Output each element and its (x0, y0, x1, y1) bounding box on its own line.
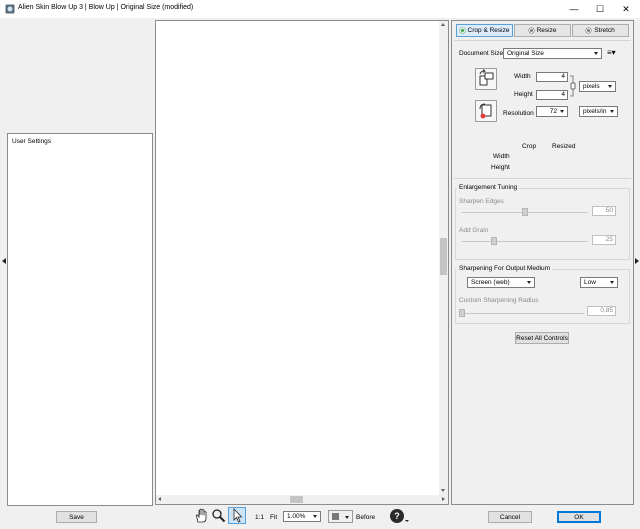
resolution-select[interactable]: 72 (536, 106, 568, 117)
hand-tool-icon[interactable] (194, 508, 209, 523)
enlargement-tuning-title: Enlargement Tuning (457, 184, 520, 191)
scroll-up-arrow-icon[interactable] (441, 23, 445, 26)
before-toggle[interactable]: Before (356, 514, 375, 521)
unit-value: pixels (583, 83, 600, 90)
zoom-select[interactable]: 1.00% (283, 511, 321, 522)
chevron-down-icon (313, 515, 317, 518)
output-medium-select[interactable]: Screen (web) (467, 277, 535, 288)
link-aspect-icon[interactable] (569, 72, 577, 100)
tab-label: Stretch (594, 27, 615, 34)
sharpening-output-title: Sharpening For Output Medium (457, 265, 553, 272)
chevron-down-icon (560, 110, 564, 113)
width-input[interactable]: 4 (536, 72, 568, 82)
rotate-icon (479, 69, 494, 86)
collapse-left-arrow-icon[interactable] (2, 258, 6, 264)
tab-label: Crop & Resize (467, 27, 510, 34)
crop-reset-icon (479, 103, 492, 119)
resolution-label: Resolution (503, 110, 534, 117)
sharpening-amount-select[interactable]: Low (580, 277, 618, 288)
resolution-unit-select[interactable]: pixels/in (579, 106, 618, 117)
add-grain-track[interactable] (462, 241, 588, 242)
window-title: Alien Skin Blow Up 3 | Blow Up | Origina… (18, 4, 194, 11)
sharpening-amount-value: Low (584, 279, 596, 286)
chevron-down-icon (608, 85, 612, 88)
arrow-cursor-icon (233, 507, 243, 523)
vertical-scroll-thumb[interactable] (440, 238, 447, 275)
collapse-right-arrow-icon[interactable] (635, 258, 639, 264)
tab-crop-resize[interactable]: Crop & Resize (456, 24, 513, 37)
document-size-label: Document Size (459, 50, 504, 57)
before-view-dropdown[interactable] (328, 510, 353, 523)
height-input[interactable]: 4 (536, 90, 568, 100)
output-medium-value: Screen (web) (471, 279, 510, 286)
dot-icon (586, 28, 592, 33)
app-icon (5, 4, 15, 14)
chevron-down-icon (527, 281, 531, 284)
help-icon[interactable]: ? (390, 509, 404, 523)
info-height-label: Height (491, 164, 510, 171)
selection-tool-button[interactable] (228, 507, 246, 524)
split-view-icon (332, 513, 339, 520)
user-settings-label: User Settings (12, 138, 52, 145)
green-dot-icon (459, 28, 465, 33)
sharpen-edges-slider-thumb[interactable] (522, 208, 528, 216)
section-divider (454, 178, 631, 179)
tab-stretch[interactable]: Stretch (572, 24, 629, 37)
zoom-value: 1.00% (287, 513, 306, 520)
dot-icon (528, 28, 534, 33)
resolution-value: 72 (549, 108, 557, 115)
help-dropdown-chevron-icon[interactable] (405, 520, 409, 522)
add-grain-label: Add Grain (459, 227, 489, 234)
custom-radius-slider-thumb[interactable] (459, 309, 465, 317)
close-button[interactable]: ✕ (613, 0, 639, 18)
unit-select[interactable]: pixels (579, 81, 616, 92)
resolution-unit-value: pixels/in (583, 108, 607, 115)
zoom-fit-button[interactable]: Fit (270, 514, 277, 521)
width-label: Width (514, 73, 531, 80)
custom-radius-label: Custom Sharpening Radius (459, 297, 539, 304)
info-resized-header: Resized (552, 143, 576, 150)
save-button[interactable]: Save (56, 511, 97, 523)
zoom-tool-icon[interactable] (211, 508, 226, 523)
tab-resize[interactable]: Resize (514, 24, 571, 37)
minimize-button[interactable]: — (561, 0, 587, 18)
scroll-right-arrow-icon[interactable] (442, 497, 445, 501)
tab-label: Resize (536, 27, 557, 34)
scroll-left-arrow-icon[interactable] (158, 497, 161, 501)
custom-radius-track[interactable] (462, 313, 584, 314)
info-crop-header: Crop (522, 143, 537, 150)
sharpen-edges-label: Sharpen Edges (459, 198, 504, 205)
document-size-value: Original Size (507, 50, 544, 57)
scroll-down-arrow-icon[interactable] (441, 489, 445, 492)
chevron-down-icon (345, 516, 349, 519)
document-size-menu-icon[interactable]: ≡▾ (607, 48, 616, 57)
zoom-one-to-one-button[interactable]: 1:1 (255, 514, 264, 521)
horizontal-scroll-thumb[interactable] (290, 496, 303, 503)
document-size-select[interactable]: Original Size (503, 48, 602, 59)
image-preview[interactable] (155, 20, 449, 505)
swap-orientation-button[interactable] (475, 68, 497, 90)
cancel-button[interactable]: Cancel (488, 511, 532, 523)
chevron-down-icon (610, 281, 614, 284)
reset-crop-button[interactable] (475, 100, 497, 122)
reset-all-controls-button[interactable]: Reset All Controls (515, 332, 569, 344)
ok-button[interactable]: OK (557, 511, 601, 523)
height-label: Height (514, 91, 533, 98)
sharpen-edges-input[interactable]: 50 (592, 206, 616, 216)
chevron-down-icon (610, 110, 614, 113)
tab-divider (454, 40, 631, 41)
info-width-label: Width (493, 153, 510, 160)
chevron-down-icon (594, 52, 598, 55)
add-grain-input[interactable]: 25 (592, 235, 616, 245)
user-settings-panel: User Settings (7, 133, 153, 506)
maximize-button[interactable]: ☐ (587, 0, 613, 18)
custom-radius-input[interactable]: 0,85 (587, 306, 616, 316)
add-grain-slider-thumb[interactable] (490, 237, 497, 245)
